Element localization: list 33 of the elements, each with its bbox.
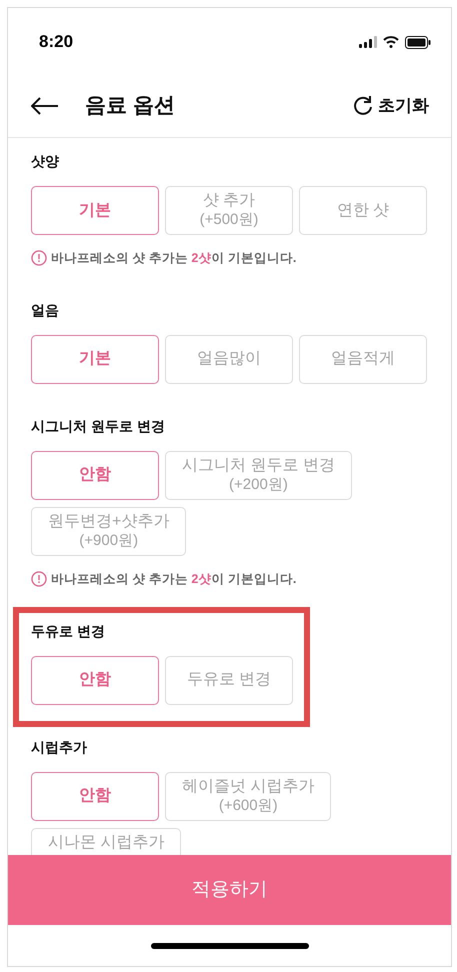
option-button[interactable]: 얼음많이 [165,334,293,384]
page-title: 음료 옵션 [85,92,175,119]
status-time: 8:20 [39,31,74,54]
option-button[interactable]: 샷 추가 (+500원) [165,186,293,235]
option-button[interactable]: 두유로 변경 [165,656,293,704]
option-button[interactable]: 기본 [31,186,159,235]
section-title: 샷양 [31,152,60,171]
back-button[interactable] [31,96,59,114]
option-button[interactable]: 안함 [31,772,159,820]
reset-button[interactable]: 초기화 [352,92,429,118]
shot-note: 바나프레소의 샷 추가는 2샷이 기본입니다. [51,250,296,267]
option-button[interactable]: 시나몬 시럽추가 [31,828,182,855]
option-button[interactable]: 원두변경+샷추가 (+900원) [31,506,186,556]
refresh-icon [352,94,374,116]
section-title: 두유로 변경 [31,622,106,640]
info-icon [31,250,47,266]
back-arrow-icon [31,96,59,114]
apply-button[interactable]: 적용하기 [8,855,451,925]
battery-icon [405,36,431,48]
option-button[interactable]: 연한 샷 [299,186,427,235]
section-title: 시그니처 원두로 변경 [31,416,166,436]
option-button[interactable]: 시그니처 원두로 변경 (+200원) [165,450,352,500]
option-button[interactable]: 안함 [31,656,159,704]
wifi-icon [383,36,399,48]
option-button[interactable]: 얼음적게 [299,334,427,384]
section-title: 얼음 [31,300,60,320]
option-button[interactable]: 기본 [31,334,159,384]
option-button[interactable]: 헤이즐넛 시럽추가 (+600원) [165,772,332,820]
option-button[interactable]: 안함 [31,450,159,500]
signal-icon [359,36,377,48]
info-icon [31,571,47,588]
section-title: 시럽추가 [31,738,88,756]
shot-note: 바나프레소의 샷 추가는 2샷이 기본입니다. [51,570,296,588]
